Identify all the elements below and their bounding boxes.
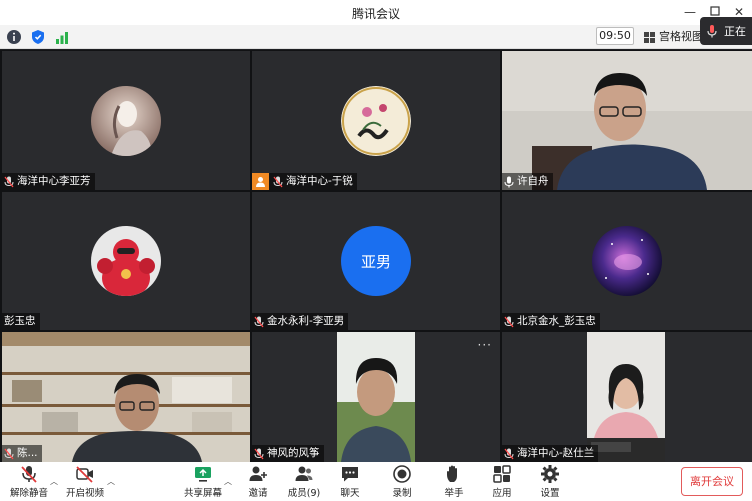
window-title: 腾讯会议 — [351, 7, 400, 21]
participant-name-tag: 许自舟 — [502, 173, 553, 190]
settings-label: 设置 — [540, 488, 560, 499]
avatar — [91, 226, 161, 296]
participant-name-tag: 彭玉忠 — [2, 313, 40, 330]
info-icon[interactable] — [6, 29, 22, 45]
participant-video — [337, 332, 415, 462]
mic-icon — [707, 25, 717, 38]
apps-label: 应用 — [492, 488, 512, 499]
video-grid: 海洋中心李亚芳 海洋中心-于锐 许自舟 彭玉忠 亚男 金水永利-李亚男 北京金水… — [0, 50, 752, 462]
participant-name-tag: 海洋中心-于锐 — [252, 173, 357, 190]
hand-icon — [447, 465, 457, 482]
share-screen-icon — [195, 467, 211, 482]
participant-video — [2, 332, 250, 462]
participant-video-tile[interactable]: 海洋中心-赵仕兰 — [502, 332, 752, 462]
participant-tile[interactable]: 北京金水_彭玉忠 — [502, 192, 752, 330]
meeting-timer: 09:50 — [596, 27, 634, 45]
participant-name-tag: 海洋中心李亚芳 — [2, 173, 95, 190]
participant-video-tile[interactable]: ··· 神风的风筝 — [252, 332, 500, 462]
record-label: 录制 — [392, 488, 412, 499]
avatar — [592, 226, 662, 296]
user-icon — [252, 173, 269, 190]
start-video-label: 开启视频 — [66, 488, 105, 499]
more-options-icon[interactable]: ··· — [478, 338, 492, 352]
participant-name: 彭玉忠 — [4, 315, 36, 327]
minimize-icon[interactable]: — — [680, 2, 700, 22]
grid-view-button[interactable]: 宫格视图 — [644, 28, 703, 46]
participant-video-tile[interactable]: 陈... — [2, 332, 250, 462]
participant-name-tag: 神风的风筝 — [252, 445, 324, 462]
members-icon — [295, 466, 313, 481]
meeting-window: 腾讯会议 — ✕ 09:50 宫格视图 正在 海洋中心李亚芳 海洋中心-于锐 许… — [0, 0, 752, 501]
grid-icon — [644, 31, 655, 43]
share-screen-button[interactable]: 共享屏幕 — [184, 464, 222, 500]
participant-name-tag: 陈... — [2, 445, 42, 462]
mic-icon — [504, 176, 514, 187]
mic-muted-icon — [21, 466, 37, 483]
speaking-label: 正在 — [724, 25, 746, 38]
record-icon — [393, 465, 411, 483]
audio-options-caret-icon[interactable]: ︿ — [50, 476, 58, 487]
shield-icon[interactable] — [30, 29, 46, 45]
avatar: 亚男 — [341, 226, 411, 296]
add-user-icon — [249, 466, 267, 481]
participant-name: 海洋中心-赵仕兰 — [517, 447, 595, 459]
participant-name: 神风的风筝 — [267, 447, 320, 459]
share-options-caret-icon[interactable]: ︿ — [224, 476, 232, 487]
participant-name: 海洋中心-于锐 — [286, 175, 353, 187]
avatar-initials: 亚男 — [360, 252, 391, 271]
participant-video — [502, 51, 752, 190]
mic-muted-icon — [273, 176, 283, 187]
mic-muted-icon — [504, 316, 514, 327]
participant-tile[interactable]: 海洋中心李亚芳 — [2, 51, 250, 190]
leave-meeting-button[interactable]: 离开会议 — [681, 467, 743, 496]
raise-hand-button[interactable]: 举手 — [442, 464, 466, 500]
chat-button[interactable]: 聊天 — [338, 464, 362, 500]
participant-name: 金水永利-李亚男 — [267, 315, 345, 327]
mic-muted-icon — [254, 316, 264, 327]
video-options-caret-icon[interactable]: ︿ — [107, 476, 115, 487]
share-screen-label: 共享屏幕 — [184, 488, 223, 499]
participant-name-tag: 北京金水_彭玉忠 — [502, 313, 600, 330]
participant-name: 北京金水_彭玉忠 — [517, 315, 596, 327]
mic-muted-icon — [254, 448, 264, 459]
members-button[interactable]: 成员(9) — [287, 464, 321, 500]
avatar — [91, 85, 161, 156]
mic-muted-icon — [4, 176, 14, 187]
speaking-indicator: 正在 — [700, 17, 752, 45]
raise-hand-label: 举手 — [444, 488, 464, 499]
participant-name-tag: 海洋中心-赵仕兰 — [502, 445, 599, 462]
chat-label: 聊天 — [340, 488, 360, 499]
mic-muted-icon — [504, 448, 514, 459]
participant-name: 许自舟 — [517, 175, 549, 187]
participant-name: 陈... — [17, 447, 38, 459]
mic-muted-icon — [4, 448, 14, 459]
apps-button[interactable]: 应用 — [490, 464, 514, 500]
signal-icon[interactable] — [54, 29, 70, 45]
apps-icon — [493, 465, 511, 483]
avatar — [341, 85, 411, 156]
unmute-label: 解除静音 — [10, 488, 49, 499]
invite-button[interactable]: 邀请 — [244, 464, 272, 500]
participant-name: 海洋中心李亚芳 — [17, 175, 91, 187]
chat-icon — [342, 467, 358, 482]
invite-label: 邀请 — [248, 488, 268, 499]
gear-icon — [541, 465, 559, 483]
meeting-info-bar: 09:50 宫格视图 — [0, 25, 752, 49]
participant-tile[interactable]: 亚男 金水永利-李亚男 — [252, 192, 500, 330]
camera-off-icon — [76, 466, 93, 483]
members-label: 成员(9) — [287, 488, 321, 499]
settings-button[interactable]: 设置 — [538, 464, 562, 500]
grid-view-label: 宫格视图 — [659, 30, 703, 43]
participant-tile[interactable]: 海洋中心-于锐 — [252, 51, 500, 190]
participant-video — [587, 332, 665, 462]
record-button[interactable]: 录制 — [390, 464, 414, 500]
title-bar: 腾讯会议 — ✕ — [0, 0, 752, 25]
meeting-toolbar: 解除静音 ︿ 开启视频 ︿ 共享屏幕 ︿ 邀请 成员(9) 聊天 录制 举手 应… — [0, 462, 752, 501]
start-video-button[interactable]: 开启视频 — [66, 464, 104, 500]
unmute-button[interactable]: 解除静音 — [10, 464, 48, 500]
participant-name-tag: 金水永利-李亚男 — [252, 313, 349, 330]
participant-tile[interactable]: 彭玉忠 — [2, 192, 250, 330]
participant-video-tile[interactable]: 许自舟 — [502, 51, 752, 190]
